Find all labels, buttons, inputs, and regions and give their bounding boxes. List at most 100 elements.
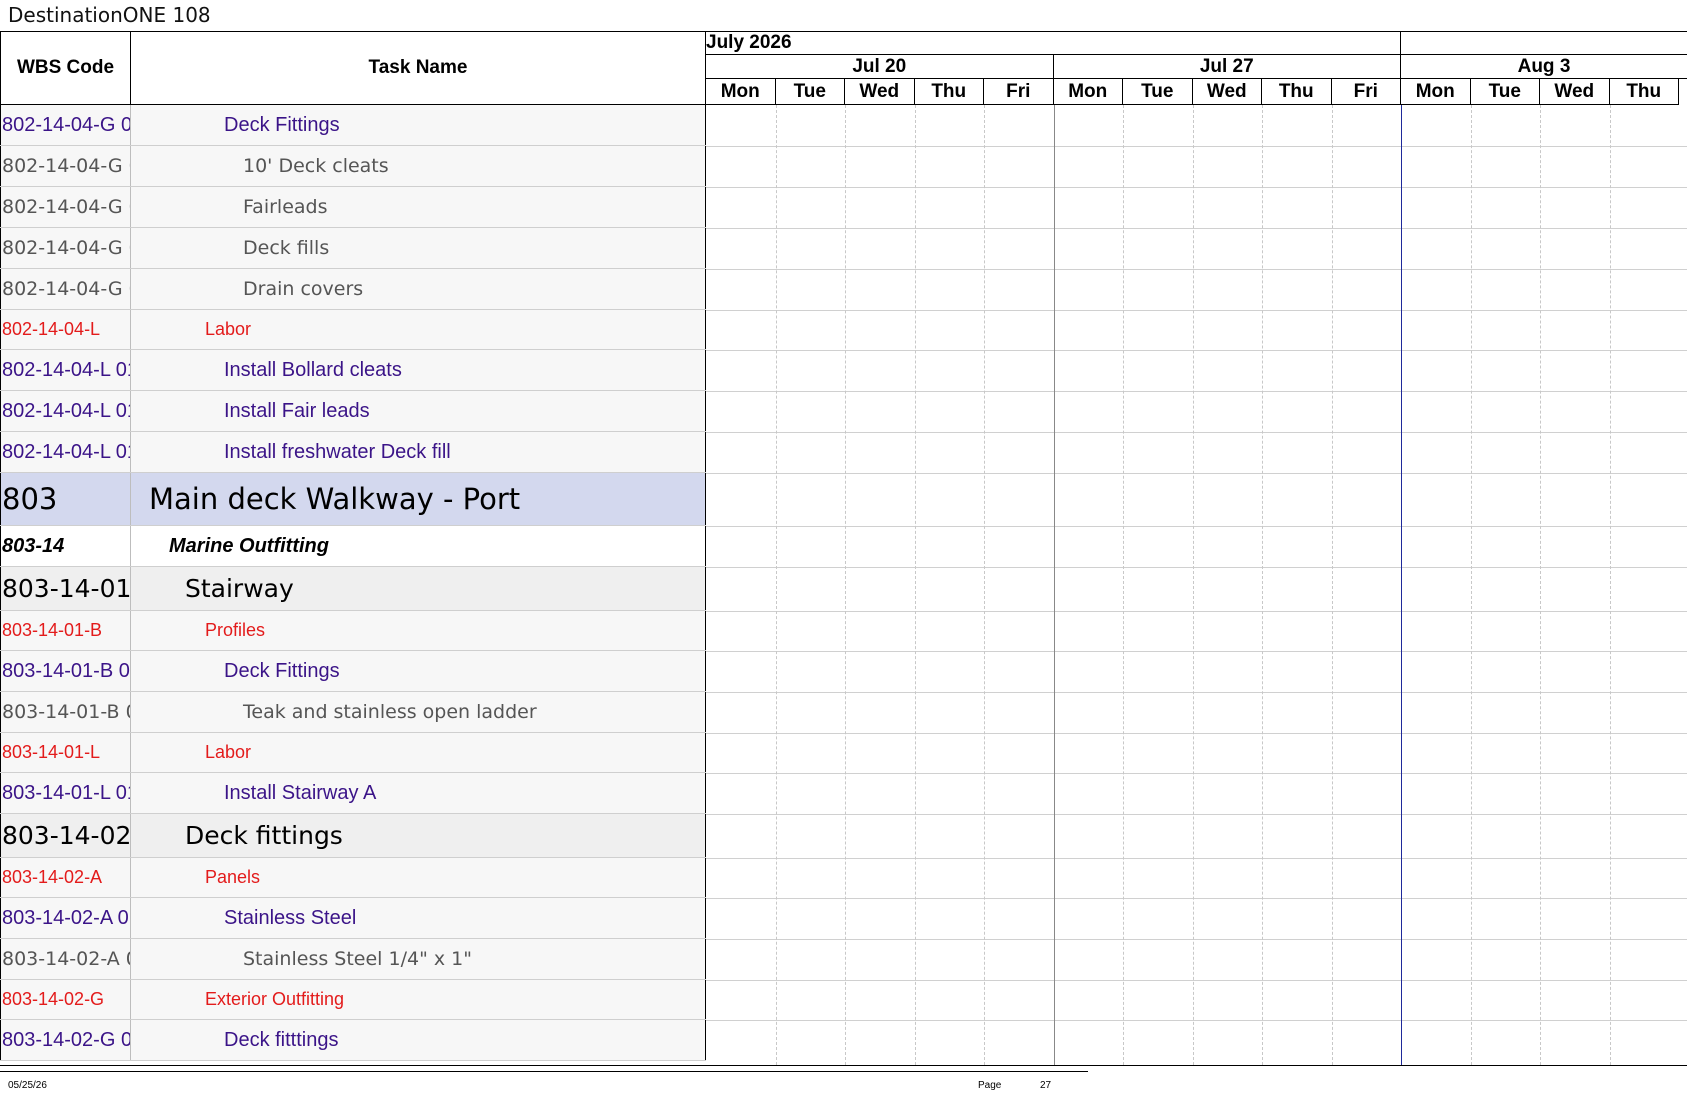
- task-name-cell[interactable]: Teak and stainless open ladder: [131, 692, 706, 732]
- day-header: Thu: [1262, 79, 1332, 105]
- table-row[interactable]: 803-14-02-A Panels: [0, 858, 706, 898]
- task-name-cell[interactable]: Panels: [131, 858, 706, 897]
- task-name-cell[interactable]: Fairleads: [131, 187, 706, 227]
- task-name-cell[interactable]: Profiles: [131, 611, 706, 650]
- task-name-cell[interactable]: Deck fitttings: [131, 1020, 706, 1060]
- day-header: Thu: [914, 79, 984, 105]
- table-row[interactable]: 803-14-01-B 01 Deck Fittings: [0, 651, 706, 692]
- timeline: July 2026 Jul 20 Jul 27 Aug 3 Mon Tue Wed Thu Fr…: [706, 32, 1687, 1065]
- wbs-code-cell[interactable]: 803-14-02-A 01: [0, 939, 131, 979]
- day-gridline: [984, 105, 985, 1065]
- task-name-cell[interactable]: Marine Outfitting: [131, 526, 706, 566]
- task-name-cell[interactable]: Labor: [131, 310, 706, 349]
- task-name-cell[interactable]: Exterior Outfitting: [131, 980, 706, 1019]
- table-row[interactable]: 803-14-01-L 01 Install Stairway A: [0, 773, 706, 814]
- task-name-cell[interactable]: Drain covers: [131, 269, 706, 309]
- column-header-wbs[interactable]: WBS Code: [0, 32, 131, 104]
- task-name-cell[interactable]: 10' Deck cleats: [131, 146, 706, 186]
- table-row[interactable]: 802-14-04-L 01 Install Bollard cleats: [0, 350, 706, 391]
- table-row[interactable]: 803-14-01-B 01Teak and stainless open la…: [0, 692, 706, 733]
- day-header: Mon: [1053, 79, 1123, 105]
- table-row[interactable]: 802-14-04-G 01Deck fills: [0, 228, 706, 269]
- wbs-code-cell[interactable]: 802-14-04-G 01: [0, 105, 131, 145]
- task-name-cell[interactable]: Install freshwater Deck fill: [131, 432, 706, 472]
- wbs-code-cell[interactable]: 803-14-02-G: [0, 980, 131, 1019]
- day-gridline: [1540, 105, 1541, 1065]
- task-name-cell[interactable]: Stairway: [131, 567, 706, 610]
- wbs-code-cell[interactable]: 803-14-02-G 01: [0, 1020, 131, 1060]
- table-row[interactable]: 803-14-01 Stairway: [0, 567, 706, 611]
- task-name-cell[interactable]: Deck fills: [131, 228, 706, 268]
- wbs-code-cell[interactable]: 803-14-02-A 01: [0, 898, 131, 938]
- wbs-code-cell[interactable]: 803-14-01-B 01: [0, 692, 131, 732]
- task-name-cell[interactable]: Install Fair leads: [131, 391, 706, 431]
- day-gridline: [775, 105, 777, 1065]
- task-name-cell[interactable]: Install Stairway A: [131, 773, 706, 813]
- wbs-code-cell[interactable]: 802-14-04-L 01: [0, 391, 131, 431]
- day-gridline: [1262, 105, 1263, 1065]
- task-rows: 802-14-04-G 01Deck Fittings802-14-04-G 0…: [0, 105, 706, 1061]
- week-header: Jul 20: [706, 55, 1054, 79]
- table-row[interactable]: 803-14-01-B Profiles: [0, 611, 706, 651]
- task-name-cell[interactable]: Stainless Steel 1/4" x 1": [131, 939, 706, 979]
- table-row[interactable]: 803-14 Marine Outfitting: [0, 526, 706, 567]
- wbs-code-cell[interactable]: 803-14-01: [0, 567, 131, 610]
- gantt-sheet: WBS Code Task Name 802-14-04-G 01 Deck Fi…: [0, 31, 1687, 1066]
- wbs-code-cell[interactable]: 803-14-01-B 01: [0, 651, 131, 691]
- table-row[interactable]: 802-14-04-G 01Drain covers: [0, 269, 706, 310]
- wbs-code-cell[interactable]: 803: [0, 473, 131, 525]
- day-header: Wed: [1540, 79, 1610, 105]
- table-row[interactable]: 802-14-04-G 01 Deck Fittings: [0, 105, 706, 146]
- week-gridline: [1053, 105, 1055, 1065]
- day-header: Fri: [1331, 79, 1401, 105]
- task-name-cell[interactable]: Labor: [131, 733, 706, 772]
- wbs-code-cell[interactable]: 803-14-02-A: [0, 858, 131, 897]
- wbs-code-cell[interactable]: 803-14-02: [0, 814, 131, 857]
- table-row[interactable]: 802-14-04-G 0110' Deck cleats: [0, 146, 706, 187]
- column-header-task[interactable]: Task Name: [131, 32, 706, 104]
- wbs-code-cell[interactable]: 803-14-01-L 01: [0, 773, 131, 813]
- table-row[interactable]: 802-14-04-L 01 Install Fair leads: [0, 391, 706, 432]
- task-name-cell[interactable]: Deck fittings: [131, 814, 706, 857]
- wbs-code-cell[interactable]: 802-14-04-G 01: [0, 146, 131, 186]
- task-name-cell[interactable]: Main deck Walkway - Port: [131, 473, 706, 525]
- month-header: July 2026: [706, 32, 1401, 55]
- footer-divider: [0, 1071, 1088, 1072]
- day-header: Tue: [1470, 79, 1540, 105]
- day-gridline: [1123, 105, 1124, 1065]
- wbs-code-cell[interactable]: 803-14: [0, 526, 131, 566]
- task-name-cell[interactable]: Deck Fittings: [131, 105, 706, 145]
- day-gridline: [1470, 105, 1472, 1065]
- current-week-line: [1401, 105, 1402, 1065]
- day-header: Fri: [984, 79, 1054, 105]
- table-row[interactable]: 803-14-02-A 01 Stainless Steel: [0, 898, 706, 939]
- wbs-code-cell[interactable]: 802-14-04-L 01: [0, 432, 131, 472]
- table-row[interactable]: 803-14-02-G 01 Deck fitttings: [0, 1020, 706, 1061]
- wbs-code-cell[interactable]: 803-14-01-L: [0, 733, 131, 772]
- table-row[interactable]: 803-14-02 Deck fittings: [0, 814, 706, 858]
- table-row[interactable]: 803-14-01-L Labor: [0, 733, 706, 773]
- table-row[interactable]: 803 Main deck Walkway - Port: [0, 473, 706, 526]
- table-row[interactable]: 803-14-02-A 01Stainless Steel 1/4" x 1": [0, 939, 706, 980]
- document-title: DestinationONE 108: [8, 3, 211, 27]
- task-name-cell[interactable]: Stainless Steel: [131, 898, 706, 938]
- day-gridline: [1609, 105, 1611, 1065]
- timeline-body[interactable]: [706, 105, 1687, 1065]
- table-row[interactable]: 802-14-04-L Labor: [0, 310, 706, 350]
- wbs-code-cell[interactable]: 802-14-04-G 01: [0, 187, 131, 227]
- footer-date: 05/25/26: [8, 1080, 47, 1091]
- day-header: Wed: [845, 79, 915, 105]
- task-name-cell[interactable]: Install Bollard cleats: [131, 350, 706, 390]
- day-gridline: [1192, 105, 1194, 1065]
- wbs-code-cell[interactable]: 802-14-04-G 01: [0, 228, 131, 268]
- table-row[interactable]: 803-14-02-G Exterior Outfitting: [0, 980, 706, 1020]
- wbs-code-cell[interactable]: 802-14-04-L: [0, 310, 131, 349]
- wbs-code-cell[interactable]: 802-14-04-L 01: [0, 350, 131, 390]
- wbs-code-cell[interactable]: 802-14-04-G 01: [0, 269, 131, 309]
- task-name-cell[interactable]: Deck Fittings: [131, 651, 706, 691]
- wbs-code-cell[interactable]: 803-14-01-B: [0, 611, 131, 650]
- table-row[interactable]: 802-14-04-L 01 Install freshwater Deck fi…: [0, 432, 706, 473]
- day-header: Thu: [1609, 79, 1679, 105]
- table-row[interactable]: 802-14-04-G 01Fairleads: [0, 187, 706, 228]
- day-header: Tue: [1123, 79, 1193, 105]
